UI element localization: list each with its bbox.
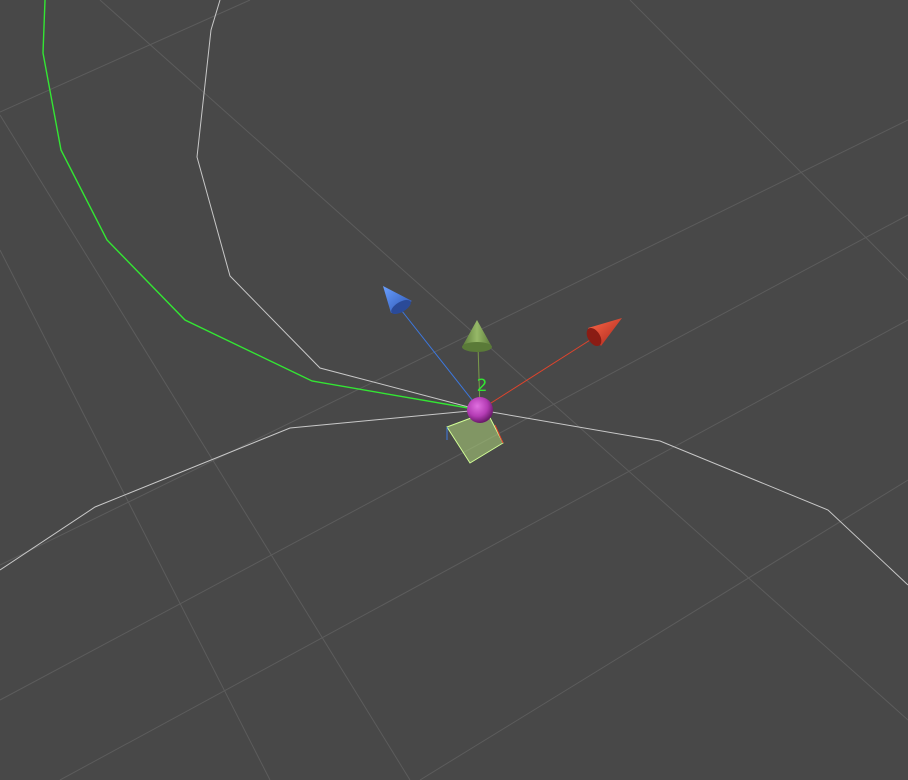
z-axis-handle[interactable] bbox=[397, 305, 481, 411]
grid-line bbox=[0, 214, 908, 701]
waypoint-handle[interactable] bbox=[467, 397, 493, 423]
scene-viewport[interactable]: 2 bbox=[0, 0, 908, 780]
selected-path-line[interactable] bbox=[42, 0, 481, 411]
scene-canvas[interactable]: 2 bbox=[0, 0, 908, 780]
move-gizmo[interactable] bbox=[383, 286, 622, 411]
ground-grid bbox=[0, 0, 908, 780]
grid-line bbox=[99, 0, 908, 721]
grid-line bbox=[0, 114, 411, 780]
x-axis-arrow-icon[interactable] bbox=[584, 318, 622, 349]
grid-line bbox=[0, 119, 908, 566]
z-axis-arrow-icon[interactable] bbox=[383, 286, 413, 317]
grid-line bbox=[0, 0, 251, 113]
x-axis-handle[interactable] bbox=[479, 334, 599, 411]
grid-line bbox=[0, 249, 271, 780]
path-line[interactable] bbox=[0, 409, 481, 571]
waypoint-index-label: 2 bbox=[477, 376, 488, 396]
grid-line bbox=[419, 479, 908, 780]
path-line[interactable] bbox=[196, 0, 481, 411]
